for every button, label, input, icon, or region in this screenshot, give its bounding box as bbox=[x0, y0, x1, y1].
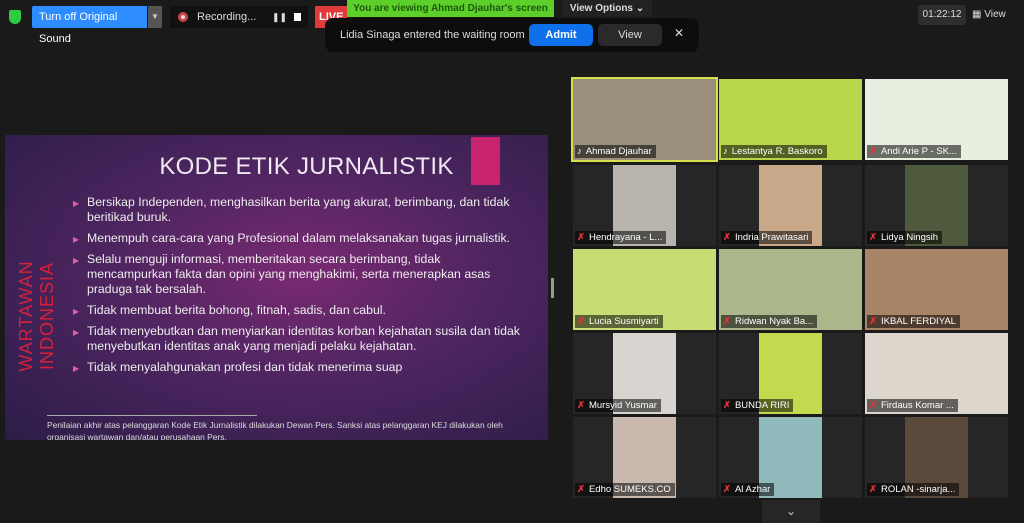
record-icon bbox=[178, 12, 188, 22]
mic-muted-icon: ✗ bbox=[577, 232, 585, 243]
mic-muted-icon: ✗ bbox=[869, 484, 877, 495]
mic-icon: ♪ bbox=[723, 146, 728, 157]
participant-name: Edho SUMEKS.CO bbox=[588, 484, 671, 495]
participant-name-label: ✗ Firdaus Komar ... bbox=[867, 399, 958, 412]
participant-name-label: ✗ Al Azhar bbox=[721, 483, 775, 496]
participant-tile[interactable]: ✗ Hendrayana - L... bbox=[573, 165, 716, 246]
participant-name-label: ✗ IKBAL FERDIYAL bbox=[867, 315, 960, 328]
slide-title: KODE ETIK JURNALISTIK bbox=[159, 153, 454, 180]
participant-name: Lucia Susmiyarti bbox=[588, 316, 659, 327]
view-layout-button[interactable]: ▦ View bbox=[972, 5, 1018, 25]
participant-tile[interactable]: ♪ Ahmad Djauhar bbox=[571, 77, 718, 162]
mic-muted-icon: ✗ bbox=[723, 232, 731, 243]
participant-name: Al Azhar bbox=[734, 484, 771, 495]
mic-muted-icon: ✗ bbox=[723, 400, 731, 411]
participant-name: Lidya Ningsih bbox=[880, 232, 939, 243]
screen-share-banner: You are viewing Ahmad Djauhar's screen bbox=[347, 0, 554, 17]
participant-tile[interactable]: ✗ Firdaus Komar ... bbox=[865, 333, 1008, 414]
slide-bullet: Bersikap Independen, menghasilkan berita… bbox=[73, 195, 528, 225]
participant-tile[interactable]: ✗ Lidya Ningsih bbox=[865, 165, 1008, 246]
participant-tile[interactable]: ✗ Al Azhar bbox=[719, 417, 862, 498]
slide-bullets: Bersikap Independen, menghasilkan berita… bbox=[73, 195, 528, 381]
mic-muted-icon: ✗ bbox=[577, 400, 585, 411]
slide-bullet: Menempuh cara-cara yang Profesional dala… bbox=[73, 231, 528, 247]
participant-tile[interactable]: ✗ ROLAN -sinarja... bbox=[865, 417, 1008, 498]
recording-indicator: Recording... ❚❚ bbox=[170, 6, 308, 28]
participant-tile[interactable]: ✗ IKBAL FERDIYAL bbox=[865, 249, 1008, 330]
participant-tile[interactable]: ✗ Edho SUMEKS.CO bbox=[573, 417, 716, 498]
security-shield-icon[interactable] bbox=[9, 10, 21, 24]
participant-tile[interactable]: ✗ BUNDA RIRI bbox=[719, 333, 862, 414]
slide-bullet: Tidak membuat berita bohong, fitnah, sad… bbox=[73, 303, 528, 319]
slide-bullet: Tidak menyalahgunakan profesi dan tidak … bbox=[73, 360, 528, 376]
admit-button[interactable]: Admit bbox=[529, 24, 593, 46]
slide-footnote: Penilaian akhir atas pelanggaran Kode Et… bbox=[47, 420, 503, 440]
shared-screen-slide: KODE ETIK JURNALISTIK WARTAWAN INDONESIA… bbox=[5, 135, 548, 440]
participant-name: Lestantya R. Baskoro bbox=[731, 146, 823, 157]
view-waiting-room-button[interactable]: View bbox=[598, 24, 662, 46]
turn-off-original-sound-button[interactable]: Turn off Original Sound bbox=[32, 6, 147, 45]
slide-divider bbox=[47, 415, 257, 416]
mic-muted-icon: ✗ bbox=[869, 400, 877, 411]
participant-name: ROLAN -sinarja... bbox=[880, 484, 956, 495]
slide-side-text: WARTAWAN INDONESIA bbox=[16, 260, 57, 372]
participant-name: Ridwan Nyak Ba... bbox=[734, 316, 814, 327]
participant-name: Andi Arie P - SK... bbox=[880, 146, 957, 157]
participant-tile[interactable]: ✗ Mursyid Yusmar bbox=[573, 333, 716, 414]
mic-muted-icon: ✗ bbox=[723, 316, 731, 327]
mic-muted-icon: ✗ bbox=[869, 146, 877, 157]
participant-tile[interactable]: ✗ Andi Arie P - SK... bbox=[865, 79, 1008, 160]
participant-tile[interactable]: ✗ Ridwan Nyak Ba... bbox=[719, 249, 862, 330]
waiting-room-notification: Lidia Sinaga entered the waiting room Ad… bbox=[325, 18, 699, 52]
slide-bullet: Tidak menyebutkan dan menyiarkan identit… bbox=[73, 324, 528, 354]
mic-icon: ♪ bbox=[577, 146, 582, 157]
grid-icon: ▦ bbox=[972, 9, 985, 20]
participant-tile[interactable]: ✗ Indria Prawitasari bbox=[719, 165, 862, 246]
participant-name: Firdaus Komar ... bbox=[880, 400, 954, 411]
view-label: View bbox=[984, 9, 1006, 20]
participant-name-label: ✗ Lucia Susmiyarti bbox=[575, 315, 663, 328]
participant-name: IKBAL FERDIYAL bbox=[880, 316, 956, 327]
participant-name-label: ♪ Lestantya R. Baskoro bbox=[721, 145, 827, 158]
participant-name: Mursyid Yusmar bbox=[588, 400, 657, 411]
slide-bullet: Selalu menguji informasi, memberitakan s… bbox=[73, 252, 528, 297]
participant-name-label: ✗ Mursyid Yusmar bbox=[575, 399, 661, 412]
stop-recording-button[interactable] bbox=[294, 13, 301, 21]
pause-recording-button[interactable]: ❚❚ bbox=[272, 6, 287, 28]
view-options-button[interactable]: View Options ⌄ bbox=[562, 0, 652, 17]
participant-tile[interactable]: ♪ Lestantya R. Baskoro bbox=[719, 79, 862, 160]
participant-name-label: ✗ Lidya Ningsih bbox=[867, 231, 943, 244]
participant-name-label: ✗ Hendrayana - L... bbox=[575, 231, 667, 244]
notification-message: Lidia Sinaga entered the waiting room bbox=[340, 29, 525, 41]
panel-resize-handle[interactable] bbox=[551, 278, 554, 298]
meeting-timer: 01:22:12 bbox=[918, 5, 966, 25]
mic-muted-icon: ✗ bbox=[869, 316, 877, 327]
participant-tile[interactable]: ✗ Lucia Susmiyarti bbox=[573, 249, 716, 330]
participant-name: Hendrayana - L... bbox=[588, 232, 663, 243]
sound-dropdown-chevron-icon[interactable]: ▼ bbox=[148, 6, 162, 28]
participant-name-label: ✗ Indria Prawitasari bbox=[721, 231, 813, 244]
participant-name-label: ✗ BUNDA RIRI bbox=[721, 399, 794, 412]
participant-name-label: ♪ Ahmad Djauhar bbox=[575, 145, 656, 158]
participant-name-label: ✗ Ridwan Nyak Ba... bbox=[721, 315, 818, 328]
mic-muted-icon: ✗ bbox=[869, 232, 877, 243]
participant-name: Ahmad Djauhar bbox=[585, 146, 652, 157]
participant-name: Indria Prawitasari bbox=[734, 232, 809, 243]
participant-name-label: ✗ Andi Arie P - SK... bbox=[867, 145, 961, 158]
participant-name: BUNDA RIRI bbox=[734, 400, 790, 411]
mic-muted-icon: ✗ bbox=[723, 484, 731, 495]
recording-label: Recording... bbox=[197, 11, 257, 23]
close-icon[interactable]: ✕ bbox=[674, 26, 684, 40]
participant-name-label: ✗ Edho SUMEKS.CO bbox=[575, 483, 675, 496]
mic-muted-icon: ✗ bbox=[577, 484, 585, 495]
next-page-chevron-down-icon[interactable]: ⌄ bbox=[762, 500, 820, 523]
participant-name-label: ✗ ROLAN -sinarja... bbox=[867, 483, 960, 496]
mic-muted-icon: ✗ bbox=[577, 316, 585, 327]
